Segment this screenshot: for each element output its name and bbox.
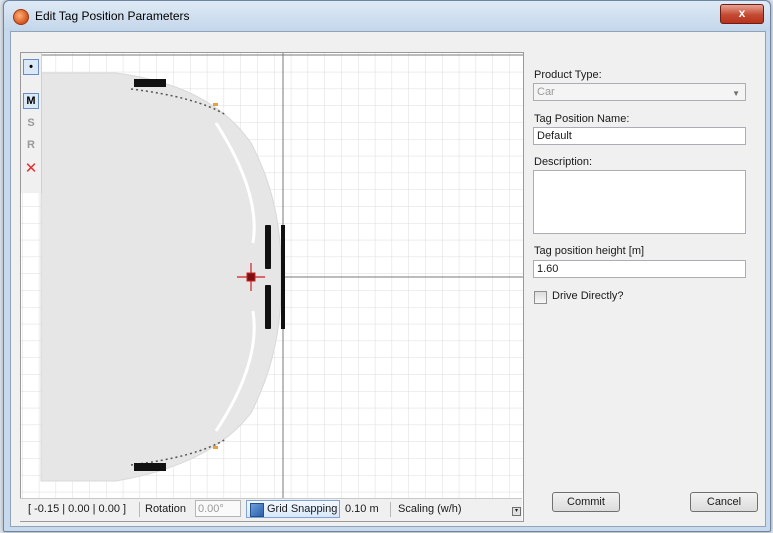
height-label: Tag position height [m] — [534, 245, 645, 257]
bumper-bar — [281, 225, 285, 329]
grid-size-value[interactable]: 0.10 m — [345, 503, 379, 515]
rotate-tool-button[interactable]: R — [23, 137, 39, 153]
drive-directly-label[interactable]: Drive Directly? — [552, 290, 624, 302]
title-bar[interactable]: Edit Tag Position Parameters x — [4, 1, 770, 31]
headlight-top — [265, 225, 271, 269]
overflow-chevron-icon[interactable]: ▾ — [512, 507, 521, 516]
chevron-down-icon: ▼ — [732, 89, 740, 98]
coords-readout: [ -0.15 | 0.00 | 0.00 ] — [28, 503, 127, 515]
tag-position-canvas[interactable]: • M S R ✕ — [20, 52, 524, 522]
product-type-select[interactable]: Car ▼ — [533, 83, 746, 101]
grid-snapping-label: Grid Snapping — [267, 503, 338, 515]
indicator-top — [213, 103, 218, 106]
cancel-button[interactable]: Cancel — [690, 492, 758, 512]
move-tool-button[interactable]: M — [23, 93, 39, 109]
product-type-value: Car — [537, 86, 555, 98]
rotation-input[interactable]: 0.00° — [195, 500, 241, 517]
description-label: Description: — [534, 156, 593, 168]
indicator-bottom — [213, 446, 218, 449]
marker-center — [246, 272, 256, 282]
height-input[interactable]: 1.60 — [533, 260, 746, 278]
window-title: Edit Tag Position Parameters — [35, 9, 190, 23]
tag-position-name-label: Tag Position Name: — [534, 113, 630, 125]
product-type-label: Product Type: — [534, 69, 602, 81]
app-icon — [13, 9, 29, 25]
canvas-svg[interactable] — [21, 53, 523, 521]
status-separator — [139, 502, 140, 517]
mirror-top — [134, 79, 166, 87]
mirror-bottom — [134, 463, 166, 471]
scale-tool-button[interactable]: S — [23, 115, 39, 131]
commit-button[interactable]: Commit — [552, 492, 620, 512]
status-bar: [ -0.15 | 0.00 | 0.00 ] Rotation 0.00° G… — [20, 498, 522, 521]
delete-tool-button[interactable]: ✕ — [23, 161, 39, 177]
status-separator — [390, 502, 391, 517]
dialog-client: • M S R ✕ [ -0.15 | 0.00 | 0.00 ] Rotati… — [10, 31, 766, 527]
drive-directly-checkbox[interactable] — [534, 291, 547, 304]
tool-strip: • M S R ✕ — [21, 53, 42, 193]
close-button[interactable]: x — [720, 4, 764, 24]
headlight-bottom — [265, 285, 271, 329]
grid-snapping-button[interactable]: Grid Snapping — [246, 500, 340, 518]
rotation-label: Rotation — [145, 503, 186, 515]
description-textarea[interactable] — [533, 170, 746, 234]
scaling-label: Scaling (w/h) — [398, 503, 462, 515]
tag-position-name-input[interactable]: Default — [533, 127, 746, 145]
dialog-window: Edit Tag Position Parameters x • M S R ✕… — [3, 0, 771, 532]
grid-icon — [250, 503, 264, 517]
point-tool-button[interactable]: • — [23, 59, 39, 75]
